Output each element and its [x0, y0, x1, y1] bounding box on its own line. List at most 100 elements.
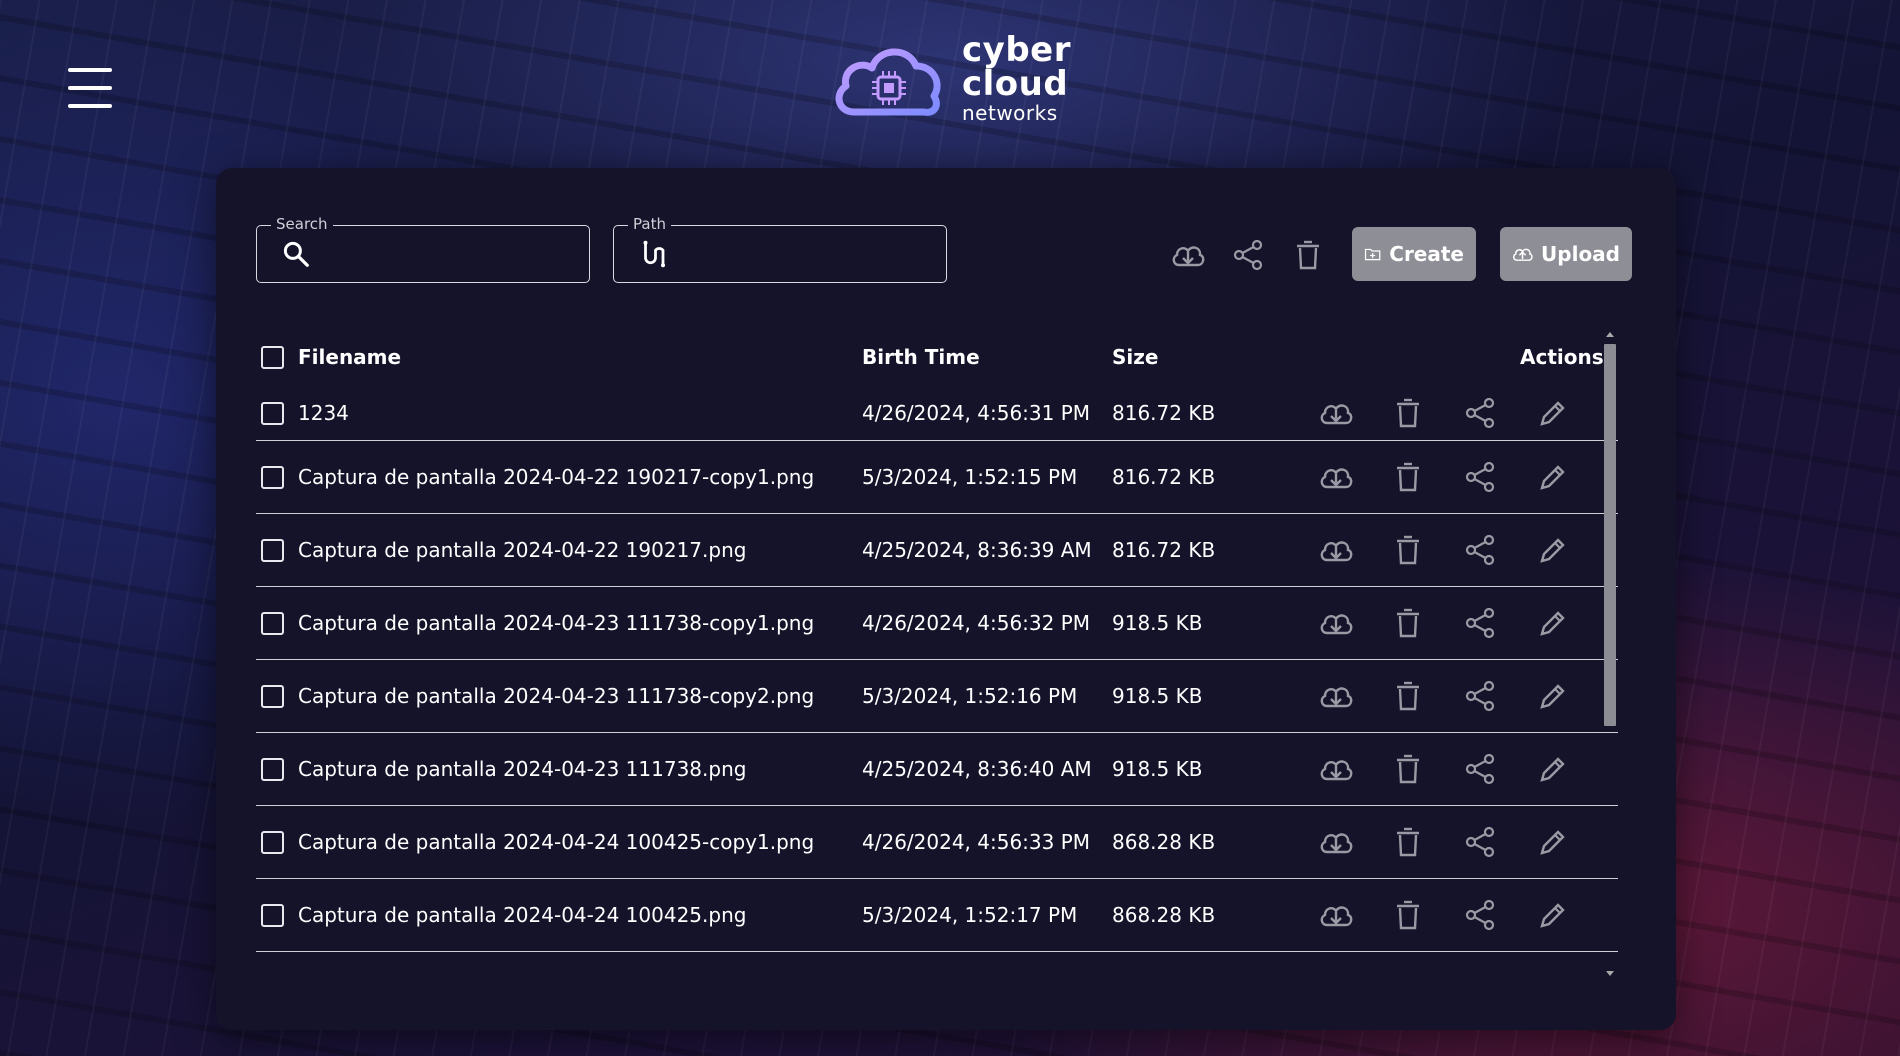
- table-row[interactable]: Captura de pantalla 2024-04-22 190217-co…: [256, 441, 1618, 514]
- pencil-icon[interactable]: [1534, 825, 1570, 859]
- row-birth-time: 4/26/2024, 4:56:31 PM: [862, 401, 1091, 425]
- row-checkbox[interactable]: [261, 401, 284, 425]
- search-label: Search: [271, 215, 333, 233]
- row-checkbox[interactable]: [261, 684, 284, 708]
- row-actions: [1318, 533, 1570, 567]
- row-filename: Captura de pantalla 2024-04-23 111738.pn…: [298, 757, 747, 781]
- row-size: 868.28 KB: [1112, 830, 1216, 854]
- share-icon[interactable]: [1230, 238, 1266, 272]
- cloud-chip-logo-icon: [835, 48, 941, 116]
- table-row[interactable]: Captura de pantalla 2024-04-23 111738-co…: [256, 660, 1618, 733]
- share-icon[interactable]: [1462, 606, 1498, 640]
- header-filename[interactable]: Filename: [298, 345, 862, 369]
- row-filename: 1234: [298, 401, 349, 425]
- search-input[interactable]: [321, 236, 575, 272]
- logo-text-cyber: cyber: [962, 30, 1071, 70]
- cloud-download-icon[interactable]: [1318, 825, 1354, 859]
- pencil-icon[interactable]: [1534, 679, 1570, 713]
- cloud-download-icon[interactable]: [1318, 752, 1354, 786]
- row-birth-time: 5/3/2024, 1:52:15 PM: [862, 465, 1078, 489]
- table-row[interactable]: Captura de pantalla 2024-04-23 111738.pn…: [256, 733, 1618, 806]
- row-actions: [1318, 396, 1570, 430]
- row-birth-time: 5/3/2024, 1:52:17 PM: [862, 903, 1078, 927]
- trash-icon[interactable]: [1290, 238, 1326, 272]
- header-actions: Actions: [1520, 345, 1604, 369]
- cloud-download-icon[interactable]: [1318, 460, 1354, 494]
- table-row[interactable]: Captura de pantalla 2024-04-24 100425.pn…: [256, 879, 1618, 952]
- header-birth-time[interactable]: Birth Time: [862, 345, 1112, 369]
- cloud-download-icon[interactable]: [1318, 396, 1354, 430]
- row-birth-time: 5/3/2024, 1:52:16 PM: [862, 684, 1078, 708]
- row-size: 868.28 KB: [1112, 903, 1216, 927]
- scrollbar-thumb[interactable]: [1604, 344, 1616, 726]
- row-birth-time: 4/26/2024, 4:56:32 PM: [862, 611, 1091, 635]
- path-field[interactable]: Path: [613, 215, 947, 283]
- folder-plus-icon: [1364, 248, 1381, 261]
- path-icon: [643, 240, 665, 268]
- row-filename: Captura de pantalla 2024-04-24 100425.pn…: [298, 903, 747, 927]
- share-icon[interactable]: [1462, 396, 1498, 430]
- pencil-icon[interactable]: [1534, 752, 1570, 786]
- search-icon: [283, 241, 309, 267]
- cloud-download-icon[interactable]: [1318, 533, 1354, 567]
- table-row[interactable]: 1234 4/26/2024, 4:56:31 PM 816.72 KB: [256, 386, 1618, 441]
- trash-icon[interactable]: [1390, 533, 1426, 567]
- row-checkbox[interactable]: [261, 903, 284, 927]
- row-birth-time: 4/25/2024, 8:36:39 AM: [862, 538, 1092, 562]
- pencil-icon[interactable]: [1534, 533, 1570, 567]
- hamburger-menu-icon[interactable]: [68, 68, 112, 110]
- table-row[interactable]: Captura de pantalla 2024-04-24 100425-co…: [256, 806, 1618, 879]
- row-filename: Captura de pantalla 2024-04-22 190217.pn…: [298, 538, 747, 562]
- trash-icon[interactable]: [1390, 825, 1426, 859]
- upload-button[interactable]: Upload: [1500, 227, 1632, 281]
- file-manager-panel: Search Path Create Upload Filename Birth…: [216, 168, 1676, 1030]
- trash-icon[interactable]: [1390, 606, 1426, 640]
- trash-icon[interactable]: [1390, 396, 1426, 430]
- scroll-up-arrow-icon[interactable]: [1606, 332, 1614, 337]
- row-checkbox[interactable]: [261, 538, 284, 562]
- share-icon[interactable]: [1462, 679, 1498, 713]
- cloud-upload-icon: [1513, 248, 1533, 261]
- share-icon[interactable]: [1462, 460, 1498, 494]
- share-icon[interactable]: [1462, 825, 1498, 859]
- pencil-icon[interactable]: [1534, 396, 1570, 430]
- row-checkbox[interactable]: [261, 757, 284, 781]
- cloud-download-icon[interactable]: [1170, 238, 1206, 272]
- row-size: 816.72 KB: [1112, 401, 1216, 425]
- pencil-icon[interactable]: [1534, 898, 1570, 932]
- row-checkbox[interactable]: [261, 465, 284, 489]
- header-size[interactable]: Size: [1112, 345, 1262, 369]
- pencil-icon[interactable]: [1534, 460, 1570, 494]
- scroll-down-arrow-icon[interactable]: [1606, 971, 1614, 976]
- scrollbar[interactable]: [1602, 332, 1618, 976]
- trash-icon[interactable]: [1390, 752, 1426, 786]
- trash-icon[interactable]: [1390, 679, 1426, 713]
- trash-icon[interactable]: [1390, 898, 1426, 932]
- create-button[interactable]: Create: [1352, 227, 1476, 281]
- row-actions: [1318, 460, 1570, 494]
- row-size: 816.72 KB: [1112, 465, 1216, 489]
- pencil-icon[interactable]: [1534, 606, 1570, 640]
- row-birth-time: 4/25/2024, 8:36:40 AM: [862, 757, 1092, 781]
- trash-icon[interactable]: [1390, 460, 1426, 494]
- table-row[interactable]: Captura de pantalla 2024-04-22 190217.pn…: [256, 514, 1618, 587]
- row-size: 816.72 KB: [1112, 538, 1216, 562]
- cloud-download-icon[interactable]: [1318, 898, 1354, 932]
- share-icon[interactable]: [1462, 898, 1498, 932]
- select-all-checkbox[interactable]: [261, 345, 284, 369]
- logo: cyber cloud networks: [830, 32, 1071, 124]
- cloud-download-icon[interactable]: [1318, 679, 1354, 713]
- create-button-label: Create: [1389, 242, 1464, 266]
- table-body: 1234 4/26/2024, 4:56:31 PM 816.72 KB Captur…: [256, 386, 1618, 952]
- share-icon[interactable]: [1462, 752, 1498, 786]
- table-row[interactable]: Captura de pantalla 2024-04-23 111738-co…: [256, 587, 1618, 660]
- row-size: 918.5 KB: [1112, 684, 1203, 708]
- row-checkbox[interactable]: [261, 611, 284, 635]
- row-actions: [1318, 606, 1570, 640]
- row-size: 918.5 KB: [1112, 611, 1203, 635]
- row-checkbox[interactable]: [261, 830, 284, 854]
- cloud-download-icon[interactable]: [1318, 606, 1354, 640]
- share-icon[interactable]: [1462, 533, 1498, 567]
- search-field[interactable]: Search: [256, 215, 590, 283]
- path-input[interactable]: [678, 236, 932, 272]
